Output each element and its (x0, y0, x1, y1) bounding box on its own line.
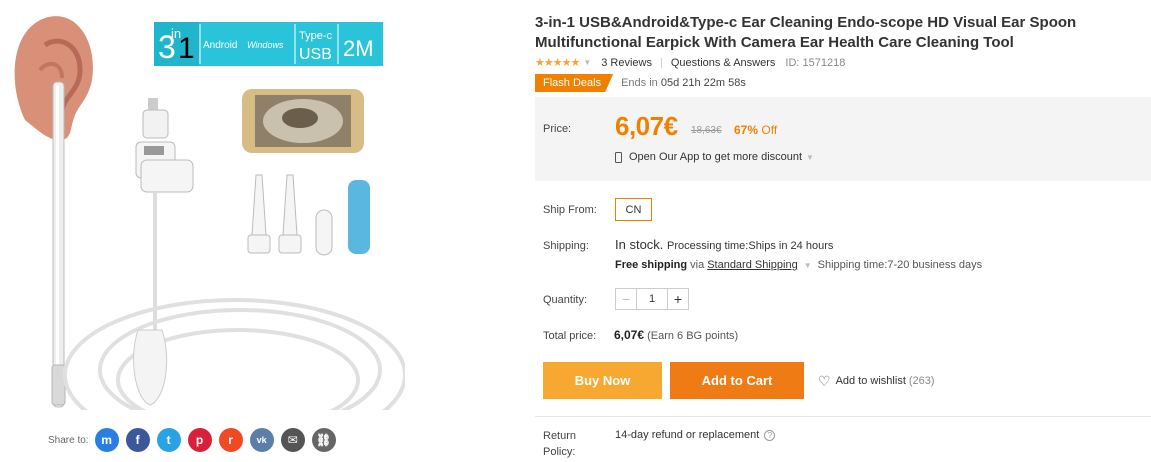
return-policy-value: 14-day refund or replacement ? (615, 429, 776, 441)
shipping-method-link[interactable]: Standard Shipping (707, 259, 798, 271)
rating-stars[interactable]: ★★★★★ (535, 56, 580, 69)
ends-label: Ends in (621, 77, 658, 89)
feature-banner: 3 in 1 Android Windows Type-c USB 2M (154, 22, 383, 66)
total-price: 6,07€ (Earn 6 BG points) (614, 328, 738, 342)
return-policy-label: Return Policy: (543, 430, 577, 458)
discount-badge: 67% Off (734, 123, 777, 137)
cover-tube (348, 180, 370, 254)
product-id: ID: 1571218 (785, 56, 846, 69)
total-price-label: Total price: (543, 330, 597, 342)
via-text: via (690, 259, 705, 271)
email-icon[interactable]: ✉ (280, 428, 305, 452)
shipping-label: Shipping: (543, 240, 589, 252)
flash-countdown: Ends in 05d 21h 22m 58s (621, 77, 746, 89)
reviews-link[interactable]: 3 Reviews (601, 57, 652, 69)
help-icon[interactable]: ? (764, 429, 776, 441)
share-icons: m f t p r vk ✉ ⛓ (94, 428, 336, 452)
quantity-label: Quantity: (543, 294, 588, 306)
price-box: Price: 6,07€ 18,63€ 67% Off Open Our App… (535, 97, 1151, 181)
bg-points: (Earn 6 BG points) (647, 330, 739, 342)
add-to-cart-button[interactable]: Add to Cart (670, 362, 804, 399)
return-policy-text: 14-day refund or replacement (615, 429, 760, 441)
total-amount: 6,07€ (614, 328, 645, 342)
quantity-input[interactable]: 1 (637, 288, 667, 310)
heart-icon: ♡ (818, 372, 831, 389)
countdown-value: 05d 21h 22m 58s (660, 77, 746, 89)
share-bar: Share to: m f t p r vk ✉ ⛓ (48, 428, 336, 452)
shipping-method-row: Free shipping via Standard Shipping ▼ Sh… (615, 259, 982, 271)
messenger-icon[interactable]: m (94, 428, 119, 452)
link-icon[interactable]: ⛓ (311, 428, 336, 452)
ship-from-label: Ship From: (543, 204, 597, 216)
ship-from-cn-option[interactable]: CN (615, 198, 652, 221)
wishlist-count: (263) (908, 375, 935, 387)
banner-android: Android (203, 40, 237, 51)
product-title: 3-in-1 USB&Android&Type-c Ear Cleaning E… (535, 14, 1077, 51)
facebook-icon[interactable]: f (125, 428, 150, 452)
banner-windows: Windows (247, 40, 284, 50)
share-label: Share to: (48, 434, 89, 446)
banner-usb: USB (299, 46, 332, 63)
product-main-image[interactable]: 3 in 1 Android Windows Type-c USB 2M (0, 0, 405, 410)
product-gallery: 3 in 1 Android Windows Type-c USB 2M Sha… (0, 0, 405, 452)
vk-icon[interactable]: vk (249, 428, 274, 452)
pinterest-icon[interactable]: p (187, 428, 212, 452)
divider: | (659, 56, 663, 69)
add-to-wishlist-button[interactable]: ♡ Add to wishlist (263) (818, 372, 935, 389)
banner-3in1-one: 1 (178, 32, 195, 65)
banner-typec: Type-c (299, 30, 333, 42)
processing-time: Processing time:Ships in 24 hours (667, 240, 834, 252)
wishlist-text: Add to wishlist (835, 375, 906, 387)
price-label: Price: (543, 123, 572, 135)
buy-now-button[interactable]: Buy Now (543, 362, 662, 399)
stock-text: In stock. (615, 237, 664, 252)
quantity-increase-button[interactable]: + (667, 288, 689, 310)
probe-stick (51, 81, 66, 408)
flash-deals-badge[interactable]: Flash Deals (535, 74, 614, 92)
reddit-icon[interactable]: r (218, 428, 243, 452)
free-shipping-label: Free shipping (615, 259, 688, 271)
app-promo-text: Open Our App to get more discount (629, 151, 803, 163)
qa-link[interactable]: Questions & Answers (671, 57, 776, 69)
original-price: 18,63€ (691, 125, 722, 136)
shipping-time: Shipping time:7-20 business days (817, 259, 983, 271)
quantity-stepper: − 1 + (615, 288, 689, 310)
stock-status: In stock. Processing time:Ships in 24 ho… (615, 237, 833, 252)
quantity-decrease-button[interactable]: − (615, 288, 637, 310)
chevron-down-icon[interactable]: ▼ (804, 261, 812, 270)
chevron-down-icon: ▼ (806, 152, 814, 162)
banner-2m: 2M (343, 36, 374, 61)
phone-illustration (242, 89, 364, 153)
current-price: 6,07€ (615, 111, 678, 141)
product-meta: ★★★★★ ▼ 3 Reviews | Questions & Answers … (535, 56, 846, 70)
discount-percent: 67% (734, 123, 759, 137)
twitter-icon[interactable]: t (156, 428, 181, 452)
divider (535, 416, 1151, 417)
discount-off: Off (761, 123, 778, 137)
chevron-down-icon[interactable]: ▼ (583, 58, 591, 67)
phone-icon (615, 151, 622, 163)
flash-deal-row: Flash Deals Ends in 05d 21h 22m 58s (535, 74, 746, 92)
app-promo[interactable]: Open Our App to get more discount ▼ (615, 151, 814, 163)
